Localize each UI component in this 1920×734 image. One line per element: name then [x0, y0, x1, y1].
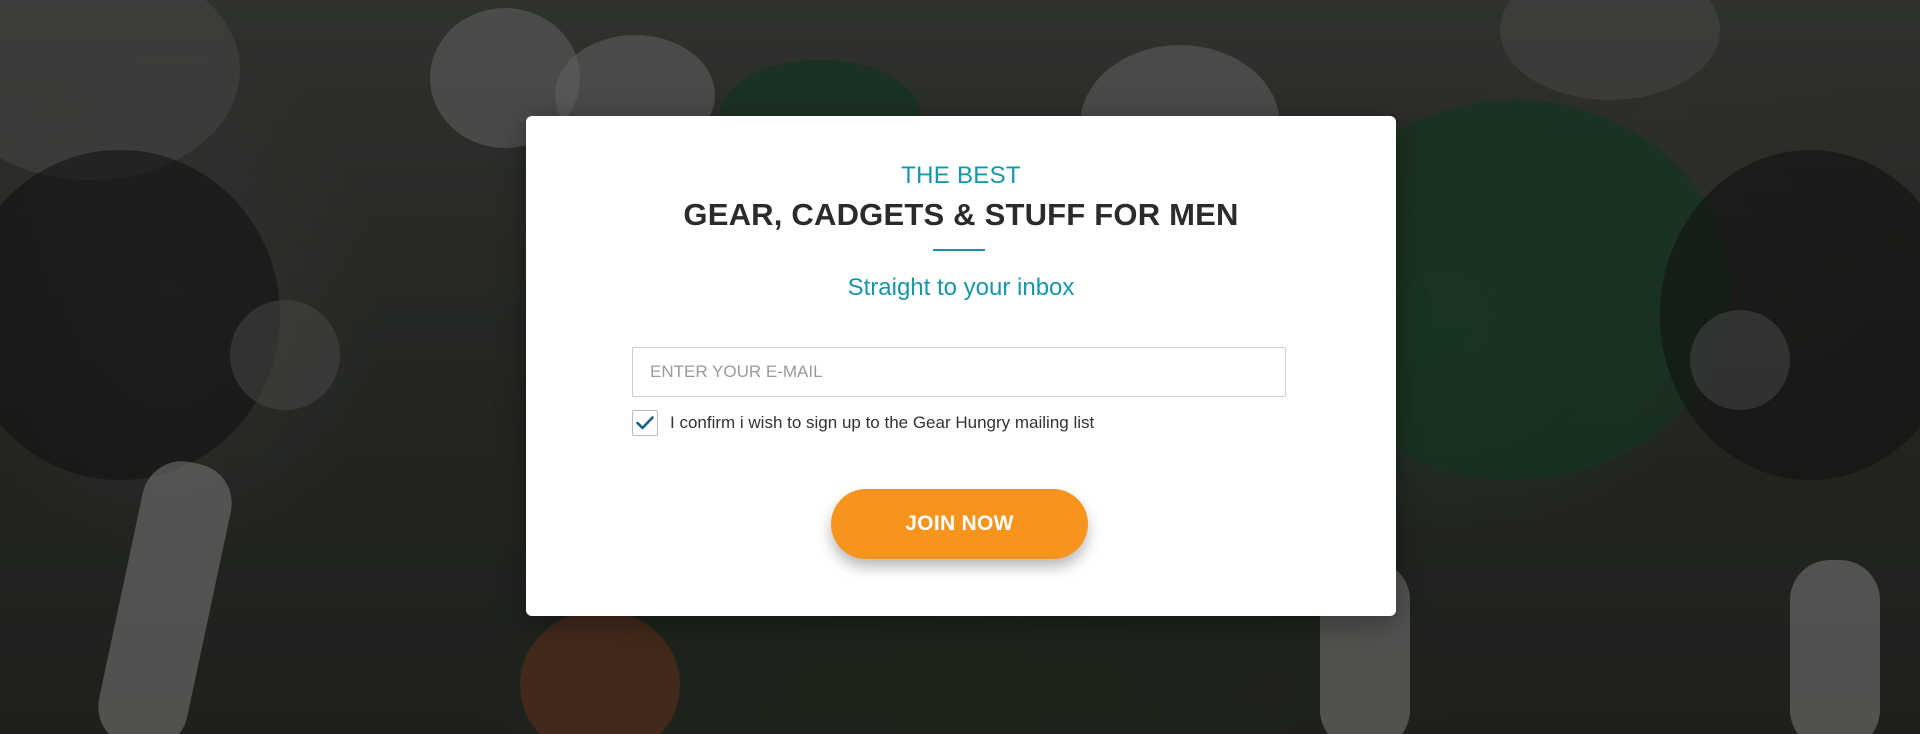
email-input[interactable] [632, 347, 1286, 397]
consent-checkbox[interactable] [632, 410, 658, 436]
consent-label: I confirm i wish to sign up to the Gear … [670, 413, 1095, 432]
signup-modal: THE BEST GEAR, CADGETS & STUFF FOR MEN S… [526, 116, 1396, 616]
join-now-button[interactable]: JOIN NOW [831, 489, 1088, 559]
checkmark-icon [636, 416, 654, 430]
consent-row: I confirm i wish to sign up to the Gear … [632, 409, 1094, 437]
modal-subhead: Straight to your inbox [847, 274, 1075, 301]
eyebrow-text: THE BEST [901, 162, 1021, 189]
title-divider [933, 249, 985, 251]
modal-headline: GEAR, CADGETS & STUFF FOR MEN [683, 197, 1239, 232]
